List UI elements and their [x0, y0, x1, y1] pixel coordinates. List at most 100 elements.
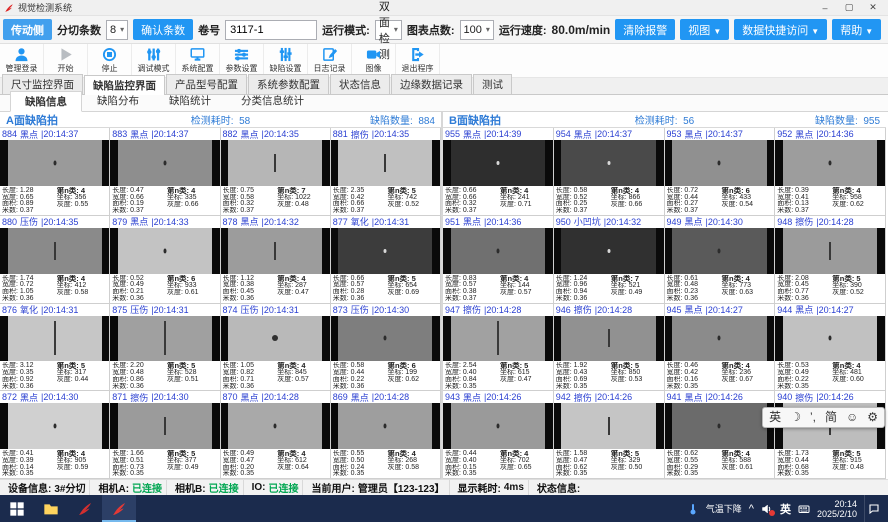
roll-number-input[interactable] — [225, 20, 317, 40]
defect-cell[interactable]: 875 压伤 |20:14:31 长度: 2.20宽度: 0.48面积: 0.8… — [110, 304, 220, 392]
defect-cell[interactable]: 949 黑点 |20:14:30 长度: 0.61宽度: 0.48面积: 0.2… — [665, 216, 776, 304]
action-camera-button[interactable]: 图像 — [352, 44, 396, 77]
defect-cell[interactable]: 940 擦伤 |20:14:26 长度: 1.73宽度: 0.44面积: 0.6… — [775, 391, 886, 479]
clock[interactable]: 20:14 2025/2/10 — [817, 499, 857, 519]
defect-thumbnail[interactable] — [110, 228, 219, 274]
defect-thumbnail[interactable] — [221, 228, 330, 274]
defect-thumbnail[interactable] — [775, 228, 885, 274]
defect-cell[interactable]: 870 黑点 |20:14:28 长度: 0.49宽度: 0.47面积: 0.2… — [221, 391, 331, 479]
tab[interactable]: 缺陷监控界面 — [84, 75, 165, 95]
maximize-button[interactable]: ▢ — [838, 1, 860, 15]
defect-cell[interactable]: 952 黑点 |20:14:36 长度: 0.39宽度: 0.41面积: 0.1… — [775, 128, 886, 216]
defect-thumbnail[interactable] — [665, 140, 775, 186]
defect-thumbnail[interactable] — [554, 403, 664, 449]
defect-thumbnail[interactable] — [665, 228, 775, 274]
action-monitor-button[interactable]: 系统配置 — [176, 44, 220, 77]
minimize-button[interactable]: – — [814, 1, 836, 15]
defect-thumbnail[interactable] — [0, 228, 109, 274]
defect-cell[interactable]: 872 黑点 |20:14:30 长度: 0.41宽度: 0.39面积: 0.1… — [0, 391, 110, 479]
volume-icon[interactable] — [761, 503, 773, 515]
defect-cell[interactable]: 941 黑点 |20:14:26 长度: 0.62宽度: 0.55面积: 0.2… — [665, 391, 776, 479]
slit-count-select[interactable]: 8▾ — [106, 20, 128, 40]
defect-cell[interactable]: 877 氧化 |20:14:31 长度: 0.66宽度: 0.57面积: 0.2… — [331, 216, 441, 304]
ime-button[interactable]: ’, — [810, 407, 816, 428]
clear-alarm-button[interactable]: 清除报警 — [615, 19, 675, 40]
defect-cell[interactable]: 880 压伤 |20:14:35 长度: 1.74宽度: 0.72面积: 1.0… — [0, 216, 110, 304]
keyboard-icon[interactable] — [798, 503, 810, 515]
defect-thumbnail[interactable] — [110, 403, 219, 449]
defect-thumbnail[interactable] — [331, 140, 440, 186]
run-mode-select[interactable]: 双面检测▾ — [375, 20, 402, 40]
help-menu-button[interactable]: 帮助 ▼ — [832, 19, 881, 40]
ime-button[interactable]: ⚙ — [867, 407, 878, 428]
defect-cell[interactable]: 874 压伤 |20:14:31 长度: 1.05宽度: 0.82面积: 0.7… — [221, 304, 331, 392]
defect-thumbnail[interactable] — [110, 316, 219, 362]
defect-cell[interactable]: 879 黑点 |20:14:33 长度: 0.52宽度: 0.49面积: 0.2… — [110, 216, 220, 304]
defect-cell[interactable]: 871 擦伤 |20:14:30 长度: 1.66宽度: 0.51面积: 0.7… — [110, 391, 220, 479]
defect-cell[interactable]: 878 黑点 |20:14:32 长度: 1.12宽度: 0.38面积: 0.4… — [221, 216, 331, 304]
app-icon-active[interactable] — [102, 495, 136, 522]
ime-toolbar[interactable]: 英☽’,简☺⚙ — [762, 407, 885, 428]
defect-thumbnail[interactable] — [775, 140, 885, 186]
defect-cell[interactable]: 944 黑点 |20:14:27 长度: 0.53宽度: 0.49面积: 0.2… — [775, 304, 886, 392]
defect-cell[interactable]: 948 擦伤 |20:14:28 长度: 2.08宽度: 0.45面积: 0.7… — [775, 216, 886, 304]
defect-thumbnail[interactable] — [554, 140, 664, 186]
tab[interactable]: 分类信息统计 — [226, 90, 319, 111]
ime-button[interactable]: 英 — [769, 407, 781, 428]
defect-thumbnail[interactable] — [554, 316, 664, 362]
defect-thumbnail[interactable] — [110, 140, 219, 186]
action-play-button[interactable]: 开始 — [44, 44, 88, 77]
tab[interactable]: 缺陷信息 — [10, 91, 82, 112]
defect-cell[interactable]: 882 黑点 |20:14:35 长度: 0.75宽度: 0.58面积: 0.3… — [221, 128, 331, 216]
tab[interactable]: 状态信息 — [330, 74, 390, 94]
defect-thumbnail[interactable] — [0, 403, 109, 449]
defect-thumbnail[interactable] — [0, 316, 109, 362]
defect-thumbnail[interactable] — [221, 316, 330, 362]
view-menu-button[interactable]: 视图 ▼ — [680, 19, 729, 40]
ime-button[interactable]: ☺ — [846, 407, 858, 428]
ime-button[interactable]: ☽ — [790, 407, 801, 428]
defect-thumbnail[interactable] — [443, 316, 553, 362]
defect-cell[interactable]: 946 擦伤 |20:14:28 长度: 1.92宽度: 0.43面积: 0.6… — [554, 304, 665, 392]
defect-cell[interactable]: 943 黑点 |20:14:26 长度: 0.44宽度: 0.40面积: 0.1… — [443, 391, 554, 479]
defect-thumbnail[interactable] — [665, 403, 775, 449]
defect-cell[interactable]: 876 氧化 |20:14:31 长度: 3.12宽度: 0.35面积: 0.9… — [0, 304, 110, 392]
defect-cell[interactable]: 955 黑点 |20:14:39 长度: 0.66宽度: 0.66面积: 0.3… — [443, 128, 554, 216]
defect-cell[interactable]: 953 黑点 |20:14:37 长度: 0.72宽度: 0.44面积: 0.2… — [665, 128, 776, 216]
language-indicator[interactable]: 英 — [780, 501, 791, 517]
defect-thumbnail[interactable] — [775, 316, 885, 362]
defect-thumbnail[interactable] — [443, 403, 553, 449]
defect-cell[interactable]: 881 擦伤 |20:14:35 长度: 2.35宽度: 0.42面积: 0.6… — [331, 128, 441, 216]
action-user-button[interactable]: 管理登录 — [0, 44, 44, 77]
start-button[interactable] — [0, 495, 34, 522]
defect-thumbnail[interactable] — [443, 140, 553, 186]
tab[interactable]: 测试 — [473, 74, 512, 94]
defect-thumbnail[interactable] — [0, 140, 109, 186]
action-exit-button[interactable]: 退出程序 — [396, 44, 440, 77]
defect-thumbnail[interactable] — [331, 228, 440, 274]
defect-cell[interactable]: 947 擦伤 |20:14:28 长度: 2.54宽度: 0.40面积: 0.8… — [443, 304, 554, 392]
defect-cell[interactable]: 954 黑点 |20:14:37 长度: 0.58宽度: 0.52面积: 0.2… — [554, 128, 665, 216]
defect-cell[interactable]: 942 擦伤 |20:14:26 长度: 1.58宽度: 0.47面积: 0.6… — [554, 391, 665, 479]
action-journal-button[interactable]: 日志记录 — [308, 44, 352, 77]
defect-cell[interactable]: 873 压伤 |20:14:30 长度: 0.58宽度: 0.44面积: 0.2… — [331, 304, 441, 392]
data-quick-access-button[interactable]: 数据快捷访问 ▼ — [734, 19, 827, 40]
drive-side-button[interactable]: 传动侧 — [3, 19, 52, 40]
action-sliders-h-button[interactable]: 参数设置 — [220, 44, 264, 77]
tab[interactable]: 边缘数据记录 — [391, 74, 472, 94]
defect-thumbnail[interactable] — [665, 316, 775, 362]
action-tune-button[interactable]: 调试模式 — [132, 44, 176, 77]
action-sliders-v-button[interactable]: 缺陷设置 — [264, 44, 308, 77]
file-explorer-icon[interactable] — [34, 495, 68, 522]
defect-thumbnail[interactable] — [331, 403, 440, 449]
defect-cell[interactable]: 869 黑点 |20:14:28 长度: 0.55宽度: 0.50面积: 0.2… — [331, 391, 441, 479]
close-button[interactable]: ✕ — [862, 1, 884, 15]
confirm-count-button[interactable]: 确认条数 — [133, 19, 193, 40]
defect-thumbnail[interactable] — [221, 140, 330, 186]
tray-expand-caret[interactable]: ^ — [749, 503, 754, 515]
defect-cell[interactable]: 951 黑点 |20:14:36 长度: 0.83宽度: 0.57面积: 0.3… — [443, 216, 554, 304]
app-icon-inactive[interactable] — [68, 495, 102, 522]
defect-thumbnail[interactable] — [443, 228, 553, 274]
defect-cell[interactable]: 883 黑点 |20:14:37 长度: 0.47宽度: 0.66面积: 0.1… — [110, 128, 220, 216]
defect-cell[interactable]: 884 黑点 |20:14:37 长度: 1.28宽度: 0.65面积: 0.8… — [0, 128, 110, 216]
